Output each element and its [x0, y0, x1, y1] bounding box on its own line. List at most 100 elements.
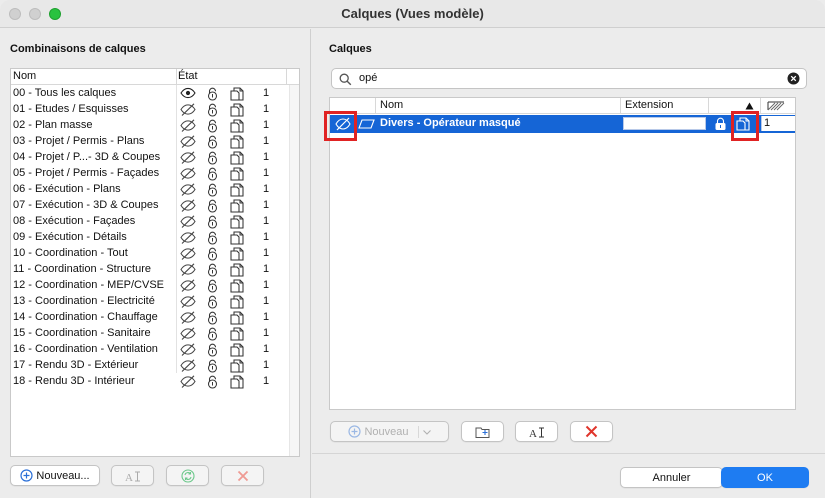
eye-hidden-icon[interactable] — [180, 295, 196, 309]
combination-name[interactable]: 06 - Exécution - Plans — [13, 183, 121, 195]
combination-row[interactable]: 17 - Rendu 3D - Extérieur 1 — [11, 358, 299, 374]
eye-hidden-icon[interactable] — [180, 311, 196, 325]
column-header-state[interactable]: État — [178, 70, 198, 82]
combination-name[interactable]: 11 - Coordination - Structure — [13, 263, 151, 275]
combination-row[interactable]: 11 - Coordination - Structure 1 — [11, 262, 299, 278]
combination-row[interactable]: 13 - Coordination - Electricité 1 — [11, 294, 299, 310]
combination-row[interactable]: 16 - Coordination - Ventilation 1 — [11, 342, 299, 358]
solid-mode-icon[interactable] — [230, 135, 244, 149]
combination-name[interactable]: 14 - Coordination - Chauffage — [13, 311, 158, 323]
combination-name[interactable]: 13 - Coordination - Electricité — [13, 295, 155, 307]
unlock-icon[interactable] — [206, 215, 220, 229]
unlock-icon[interactable] — [206, 295, 220, 309]
combination-name[interactable]: 12 - Coordination - MEP/CVSE — [13, 279, 164, 291]
solid-mode-icon[interactable] — [230, 279, 244, 293]
unlock-icon[interactable] — [206, 135, 220, 149]
rename-layer-button[interactable]: A — [515, 421, 558, 442]
unlock-icon[interactable] — [206, 279, 220, 293]
layer-row-selected[interactable]: Divers - Opérateur masqué 1 — [330, 115, 795, 133]
unlock-icon[interactable] — [206, 103, 220, 117]
unlock-icon[interactable] — [206, 231, 220, 245]
delete-combination-button[interactable] — [221, 465, 264, 486]
solid-mode-icon[interactable] — [230, 263, 244, 277]
eye-hidden-icon[interactable] — [180, 167, 196, 181]
combination-row[interactable]: 18 - Rendu 3D - Intérieur 1 — [11, 374, 299, 390]
solid-mode-icon[interactable] — [230, 215, 244, 229]
unlock-icon[interactable] — [206, 167, 220, 181]
eye-hidden-icon[interactable] — [180, 119, 196, 133]
clear-search-icon[interactable] — [787, 72, 800, 85]
eye-hidden-icon[interactable] — [180, 327, 196, 341]
combination-name[interactable]: 08 - Exécution - Façades — [13, 215, 135, 227]
solid-mode-icon[interactable] — [230, 231, 244, 245]
sort-up-icon[interactable] — [745, 102, 754, 110]
solid-mode-icon[interactable] — [230, 103, 244, 117]
solid-mode-icon[interactable] — [230, 183, 244, 197]
layer-combinations-list[interactable]: Nom État 00 - Tous les calques 1 01 - Etud… — [10, 68, 300, 457]
solid-mode-icon[interactable] — [230, 247, 244, 261]
unlock-icon[interactable] — [206, 87, 220, 101]
unlock-icon[interactable] — [206, 263, 220, 277]
combination-row[interactable]: 05 - Projet / Permis - Façades 1 — [11, 166, 299, 182]
combination-row[interactable]: 00 - Tous les calques 1 — [11, 86, 299, 102]
unlock-icon[interactable] — [206, 247, 220, 261]
layers-table[interactable]: Nom Extension Divers - Opérateur masqué … — [329, 97, 796, 410]
combination-name[interactable]: 07 - Exécution - 3D & Coupes — [13, 199, 159, 211]
update-combination-button[interactable] — [166, 465, 209, 486]
combination-name[interactable]: 03 - Projet / Permis - Plans — [13, 135, 144, 147]
eye-hidden-icon[interactable] — [180, 215, 196, 229]
eye-hidden-icon[interactable] — [180, 135, 196, 149]
eye-hidden-icon[interactable] — [180, 375, 196, 389]
solid-mode-icon[interactable] — [230, 151, 244, 165]
column-header-layer-name[interactable]: Nom — [380, 99, 403, 111]
solid-mode-icon[interactable] — [230, 327, 244, 341]
combination-name[interactable]: 10 - Coordination - Tout — [13, 247, 128, 259]
solid-mode-icon[interactable] — [230, 343, 244, 357]
combination-row[interactable]: 01 - Etudes / Esquisses 1 — [11, 102, 299, 118]
rename-combination-button[interactable]: A — [111, 465, 154, 486]
combination-name[interactable]: 17 - Rendu 3D - Extérieur — [13, 359, 138, 371]
eye-hidden-icon[interactable] — [180, 263, 196, 277]
combination-row[interactable]: 10 - Coordination - Tout 1 — [11, 246, 299, 262]
column-header-extension[interactable]: Extension — [625, 99, 673, 111]
lock-icon[interactable] — [714, 117, 727, 131]
ok-button[interactable]: OK — [721, 467, 809, 488]
layer-settings-button[interactable] — [461, 421, 504, 442]
layer-search-field[interactable]: opé — [331, 68, 807, 89]
unlock-icon[interactable] — [206, 119, 220, 133]
unlock-icon[interactable] — [206, 343, 220, 357]
unlock-icon[interactable] — [206, 375, 220, 389]
unlock-icon[interactable] — [206, 183, 220, 197]
delete-layer-button[interactable] — [570, 421, 613, 442]
combination-name[interactable]: 01 - Etudes / Esquisses — [13, 103, 129, 115]
intersection-group-field[interactable]: 1 — [761, 116, 795, 131]
combination-row[interactable]: 03 - Projet / Permis - Plans 1 — [11, 134, 299, 150]
eye-hidden-icon[interactable] — [180, 343, 196, 357]
unlock-icon[interactable] — [206, 327, 220, 341]
solid-mode-icon[interactable] — [230, 375, 244, 389]
list-scrollbar[interactable] — [289, 85, 299, 456]
combination-name[interactable]: 15 - Coordination - Sanitaire — [13, 327, 151, 339]
solid-mode-icon[interactable] — [230, 295, 244, 309]
solid-mode-icon[interactable] — [230, 167, 244, 181]
solid-mode-icon[interactable] — [230, 311, 244, 325]
combination-name[interactable]: 02 - Plan masse — [13, 119, 92, 131]
combination-row[interactable]: 04 - Projet / P...- 3D & Coupes 1 — [11, 150, 299, 166]
eye-hidden-icon[interactable] — [180, 103, 196, 117]
combination-row[interactable]: 02 - Plan masse 1 — [11, 118, 299, 134]
chevron-down-icon[interactable] — [417, 425, 431, 438]
unlock-icon[interactable] — [206, 151, 220, 165]
eye-hidden-icon[interactable] — [180, 279, 196, 293]
combination-row[interactable]: 14 - Coordination - Chauffage 1 — [11, 310, 299, 326]
cancel-button[interactable]: Annuler — [620, 467, 723, 488]
combination-row[interactable]: 12 - Coordination - MEP/CVSE 1 — [11, 278, 299, 294]
solid-mode-icon[interactable] — [230, 119, 244, 133]
combination-row[interactable]: 15 - Coordination - Sanitaire 1 — [11, 326, 299, 342]
column-header-name[interactable]: Nom — [13, 70, 36, 82]
solid-mode-icon[interactable] — [230, 199, 244, 213]
layer-name[interactable]: Divers - Opérateur masqué — [380, 117, 521, 129]
solid-mode-icon[interactable] — [230, 359, 244, 373]
new-combination-button[interactable]: Nouveau... — [10, 465, 100, 486]
eye-hidden-icon[interactable] — [180, 151, 196, 165]
search-input-value[interactable]: opé — [359, 72, 377, 84]
